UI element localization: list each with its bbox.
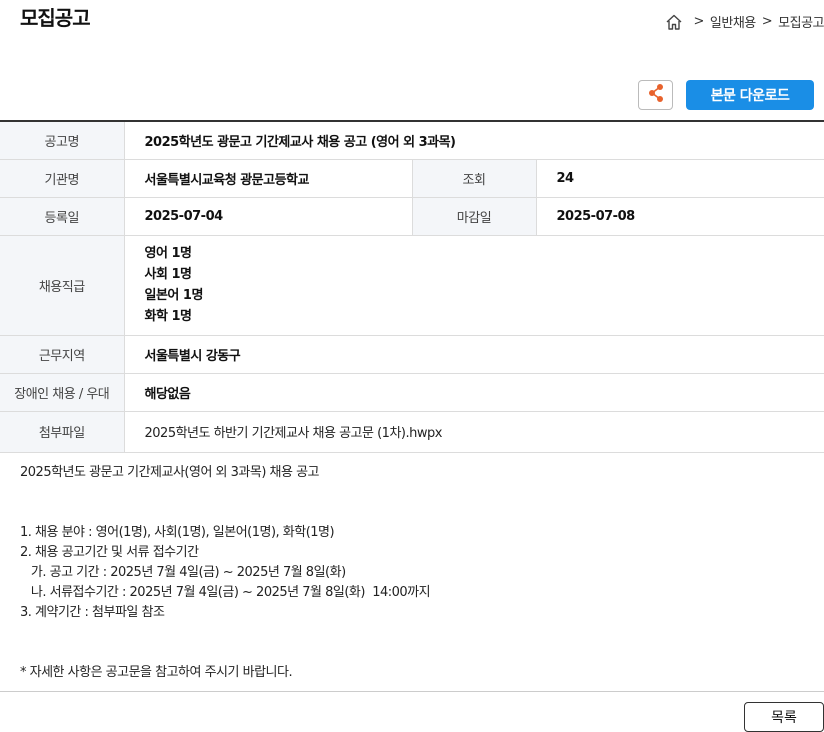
org-label: 기관명 (0, 159, 125, 198)
breadcrumb-item-general-hiring[interactable]: 일반채용 (710, 12, 756, 31)
table-row: 등록일 2025-07-04 마감일 2025-07-08 (0, 197, 824, 236)
views-label: 조회 (412, 159, 537, 198)
position-item: 일본어 1명 (144, 288, 204, 303)
position-item: 영어 1명 (144, 246, 192, 261)
table-row: 첨부파일 2025학년도 하반기 기간제교사 채용 공고문 (1차).hwpx (0, 411, 824, 453)
body-line: 나. 서류접수기간 : 2025년 7월 4일(금) ~ 2025년 7월 8일… (20, 585, 431, 600)
body-line: 3. 계약기간 : 첨부파일 참조 (20, 605, 165, 620)
attachment-link[interactable]: 2025학년도 하반기 기간제교사 채용 공고문 (1차).hwpx (124, 411, 824, 453)
table-row: 장애인 채용 / 우대 해당없음 (0, 373, 824, 412)
positions-label: 채용직급 (0, 235, 125, 336)
position-item: 사회 1명 (144, 267, 192, 282)
share-button[interactable] (638, 80, 673, 110)
region-value: 서울특별시 강동구 (124, 335, 824, 374)
breadcrumb-item-recruitment[interactable]: 모집공고 (778, 12, 824, 31)
body-heading: 2025학년도 광문고 기간제교사(영어 외 3과목) 채용 공고 (20, 465, 320, 480)
download-button[interactable]: 본문 다운로드 (686, 80, 814, 110)
share-icon (647, 83, 665, 107)
divider (0, 691, 824, 692)
home-icon[interactable] (665, 13, 683, 31)
body-note: * 자세한 사항은 공고문을 참고하여 주시기 바랍니다. (20, 665, 293, 680)
breadcrumb: > 일반채용 > 모집공고 (665, 12, 824, 31)
positions-value: 영어 1명 사회 1명 일본어 1명 화학 1명 (124, 235, 824, 336)
breadcrumb-separator: > (761, 14, 773, 29)
body-line: 1. 채용 분야 : 영어(1명), 사회(1명), 일본어(1명), 화학(1… (20, 525, 335, 540)
table-row: 채용직급 영어 1명 사회 1명 일본어 1명 화학 1명 (0, 235, 824, 336)
disability-label: 장애인 채용 / 우대 (0, 373, 125, 412)
attachment-label: 첨부파일 (0, 411, 125, 453)
position-item: 화학 1명 (144, 309, 192, 324)
deadline-value: 2025-07-08 (536, 197, 824, 236)
list-button[interactable]: 목록 (744, 702, 824, 732)
table-row: 공고명 2025학년도 광문고 기간제교사 채용 공고 (영어 외 3과목) (0, 121, 824, 160)
announcement-body: 2025학년도 광문고 기간제교사(영어 외 3과목) 채용 공고 1. 채용 … (20, 463, 810, 683)
table-row: 근무지역 서울특별시 강동구 (0, 335, 824, 374)
views-value: 24 (536, 159, 824, 198)
body-line: 가. 공고 기간 : 2025년 7월 4일(금) ~ 2025년 7월 8일(… (20, 565, 346, 580)
reg-date-label: 등록일 (0, 197, 125, 236)
job-info-table: 공고명 2025학년도 광문고 기간제교사 채용 공고 (영어 외 3과목) 기… (0, 120, 824, 453)
title-label: 공고명 (0, 121, 125, 160)
page-title: 모집공고 (20, 6, 91, 30)
org-value: 서울특별시교육청 광문고등학교 (124, 159, 413, 198)
deadline-label: 마감일 (412, 197, 537, 236)
disability-value: 해당없음 (124, 373, 824, 412)
body-line: 2. 채용 공고기간 및 서류 접수기간 (20, 545, 199, 560)
breadcrumb-separator: > (693, 14, 705, 29)
region-label: 근무지역 (0, 335, 125, 374)
title-value: 2025학년도 광문고 기간제교사 채용 공고 (영어 외 3과목) (124, 121, 824, 160)
reg-date-value: 2025-07-04 (124, 197, 413, 236)
table-row: 기관명 서울특별시교육청 광문고등학교 조회 24 (0, 159, 824, 198)
